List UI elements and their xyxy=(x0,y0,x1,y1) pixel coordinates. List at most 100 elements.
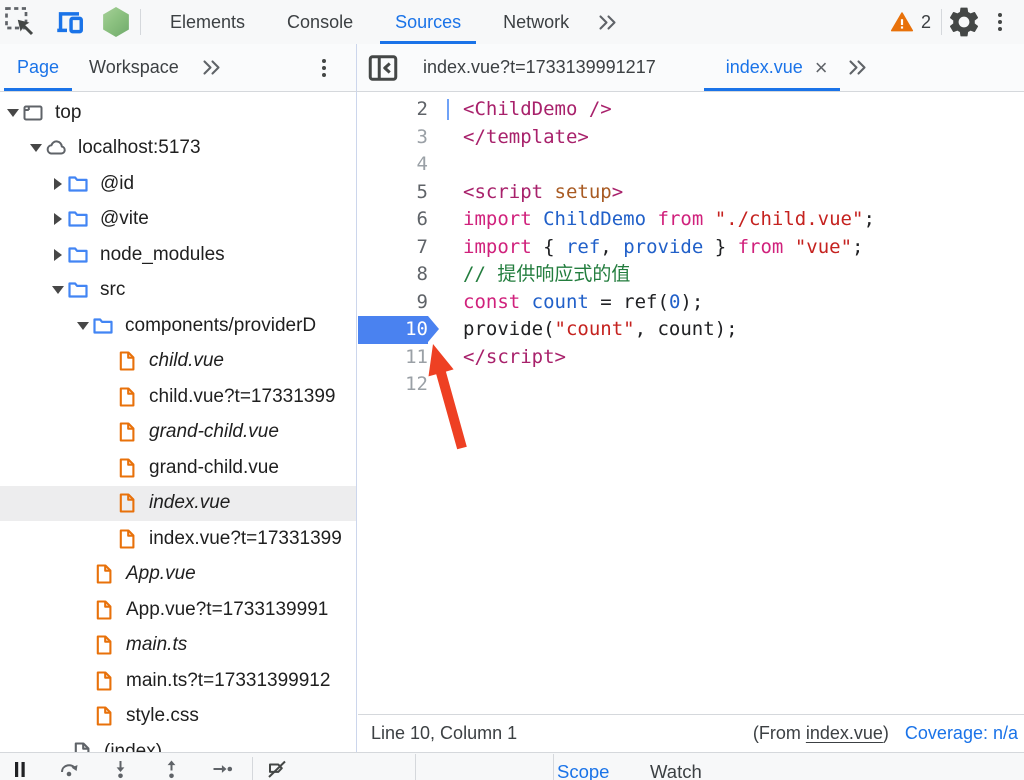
tree-item-label: main.ts?t=17331399912 xyxy=(126,670,330,692)
disclosure-collapsed-icon[interactable] xyxy=(49,249,66,261)
code-text[interactable]: // 提供响应式的值 xyxy=(428,261,630,289)
code-text[interactable]: </script> xyxy=(428,344,566,372)
devtools-menu-kebab-icon[interactable] xyxy=(982,4,1018,40)
disclosure-expanded-icon[interactable] xyxy=(27,144,44,152)
line-number[interactable]: 7 xyxy=(358,234,428,262)
tree-item-app-vue[interactable]: App.vue xyxy=(0,557,356,593)
line-number[interactable]: 12 xyxy=(358,371,428,399)
disclosure-expanded-icon[interactable] xyxy=(4,109,21,117)
line-number[interactable]: 8 xyxy=(358,261,428,289)
tree-item-src[interactable]: src xyxy=(0,273,356,309)
tree-item-child-vue[interactable]: child.vue xyxy=(0,344,356,380)
tree-item--id[interactable]: @id xyxy=(0,166,356,202)
coverage-link[interactable]: Coverage: n/a xyxy=(905,723,1018,744)
tree-item-label: App.vue xyxy=(126,563,196,585)
settings-gear-icon[interactable] xyxy=(946,4,982,40)
divider xyxy=(140,9,141,35)
tree-item-child-vue-t-17331399[interactable]: child.vue?t=17331399 xyxy=(0,379,356,415)
inspect-element-icon[interactable] xyxy=(2,4,38,40)
tab-page[interactable]: Page xyxy=(2,44,74,91)
tree-item-main-ts-t-17331399912[interactable]: main.ts?t=17331399912 xyxy=(0,663,356,699)
disclosure-expanded-icon[interactable] xyxy=(49,286,66,294)
tree-item-node-modules[interactable]: node_modules xyxy=(0,237,356,273)
navigator-menu-kebab-icon[interactable] xyxy=(306,50,342,86)
step-into-icon[interactable] xyxy=(110,758,134,780)
close-tab-icon[interactable]: × xyxy=(815,57,828,79)
tree-item-index-vue[interactable]: index.vue xyxy=(0,486,356,522)
disclosure-collapsed-icon[interactable] xyxy=(49,213,66,225)
tree-item-label: style.css xyxy=(126,705,199,727)
tree-item-label: child.vue xyxy=(149,350,224,372)
line-number[interactable]: 2 xyxy=(358,96,428,124)
code-line-9: 9const count = ref(0); xyxy=(358,289,1024,317)
code-area[interactable]: 2<ChildDemo />3</template>45<script setu… xyxy=(358,92,1024,714)
breakpoint-marker[interactable]: 10 xyxy=(358,316,428,344)
tree-item-label: @vite xyxy=(100,208,149,230)
file-icon xyxy=(92,633,116,657)
tree-item-components-providerd[interactable]: components/providerD xyxy=(0,308,356,344)
line-number[interactable]: 9 xyxy=(358,289,428,317)
folder-icon xyxy=(91,314,115,338)
tree-item-localhost-5173[interactable]: localhost:5173 xyxy=(0,131,356,167)
code-text[interactable]: import { ref, provide } from "vue"; xyxy=(428,234,863,262)
tree-item--index-[interactable]: (index) xyxy=(0,734,356,752)
divider xyxy=(415,754,416,780)
line-number[interactable]: 5 xyxy=(358,179,428,207)
code-text[interactable]: provide("count", count); xyxy=(428,316,738,344)
issues-warning-badge[interactable]: 2 xyxy=(880,10,941,34)
code-text[interactable]: </template> xyxy=(428,124,589,152)
line-number[interactable]: 11 xyxy=(358,344,428,372)
toggle-navigator-panel-icon[interactable] xyxy=(365,50,401,86)
debugger-toolbar: Scope Watch xyxy=(0,752,1024,780)
pause-script-icon[interactable] xyxy=(8,758,32,780)
code-text[interactable]: const count = ref(0); xyxy=(428,289,703,317)
editor-tab-index-vue[interactable]: index.vue × xyxy=(704,44,840,91)
tab-elements[interactable]: Elements xyxy=(149,0,266,44)
tree-item-label: index.vue?t=17331399 xyxy=(149,528,342,550)
editor-tab-index-vue-t[interactable]: index.vue?t=1733139991217 xyxy=(401,44,678,91)
line-number[interactable]: 6 xyxy=(358,206,428,234)
code-text[interactable]: <ChildDemo /> xyxy=(428,96,612,124)
step-icon[interactable] xyxy=(211,758,235,780)
file-icon xyxy=(70,740,94,752)
navigator-header: Page Workspace xyxy=(0,44,357,92)
step-out-icon[interactable] xyxy=(161,758,185,780)
more-panels-icon[interactable] xyxy=(590,4,626,40)
tab-console[interactable]: Console xyxy=(266,0,374,44)
more-editor-tabs-icon[interactable] xyxy=(840,50,876,86)
editor-tab-bar: index.vue?t=1733139991217 index.vue × xyxy=(357,44,1024,92)
tree-item-label: localhost:5173 xyxy=(78,137,201,159)
disclosure-expanded-icon[interactable] xyxy=(74,322,91,330)
tree-item-main-ts[interactable]: main.ts xyxy=(0,628,356,664)
line-number[interactable]: 3 xyxy=(358,124,428,152)
tab-network[interactable]: Network xyxy=(482,0,590,44)
source-file-link[interactable]: index.vue xyxy=(806,723,883,743)
tab-sources[interactable]: Sources xyxy=(374,0,482,44)
tab-watch[interactable]: Watch xyxy=(650,761,702,780)
code-text[interactable]: import ChildDemo from "./child.vue"; xyxy=(428,206,875,234)
tree-item--vite[interactable]: @vite xyxy=(0,202,356,238)
green-hexagon-extension-icon[interactable] xyxy=(98,4,134,40)
file-icon xyxy=(92,704,116,728)
tree-item-label: grand-child.vue xyxy=(149,457,279,479)
device-toolbar-icon[interactable] xyxy=(52,4,88,40)
code-text[interactable] xyxy=(428,371,463,399)
code-text[interactable]: <script setup> xyxy=(428,179,623,207)
line-number[interactable]: 4 xyxy=(358,151,428,179)
tree-item-grand-child-vue[interactable]: grand-child.vue xyxy=(0,450,356,486)
tab-scope[interactable]: Scope xyxy=(557,761,609,780)
disclosure-collapsed-icon[interactable] xyxy=(49,178,66,190)
code-text[interactable] xyxy=(428,151,463,179)
tree-item-top[interactable]: top xyxy=(0,95,356,131)
step-over-icon[interactable] xyxy=(58,758,82,780)
tree-item-app-vue-t-1733139991[interactable]: App.vue?t=1733139991 xyxy=(0,592,356,628)
cursor-position-label: Line 10, Column 1 xyxy=(371,723,517,744)
tree-item-label: index.vue xyxy=(149,492,230,514)
deactivate-breakpoints-icon[interactable] xyxy=(266,758,290,780)
tree-item-grand-child-vue[interactable]: grand-child.vue xyxy=(0,415,356,451)
more-navigator-tabs-icon[interactable] xyxy=(194,50,230,86)
tab-workspace[interactable]: Workspace xyxy=(74,44,194,91)
code-line-7: 7import { ref, provide } from "vue"; xyxy=(358,234,1024,262)
tree-item-index-vue-t-17331399[interactable]: index.vue?t=17331399 xyxy=(0,521,356,557)
tree-item-style-css[interactable]: style.css xyxy=(0,699,356,735)
